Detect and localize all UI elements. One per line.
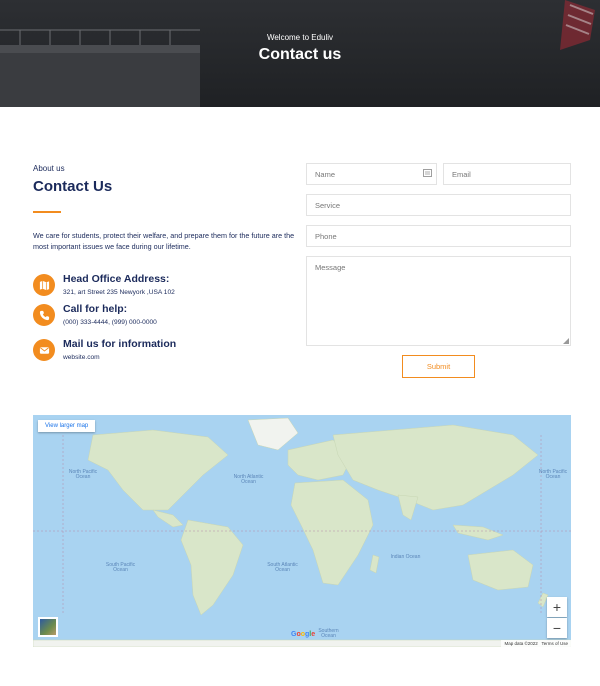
contact-detail: 321, art Street 235 Newyork ,USA 102 [63, 289, 175, 296]
google-logo: Google [291, 631, 316, 638]
section-description: We care for students, protect their welf… [33, 231, 295, 251]
contact-info-mail: Mail us for information website.com [33, 338, 293, 367]
about-label: About us [33, 164, 65, 173]
section-title: Contact Us [33, 178, 113, 195]
contact-info-address: Head Office Address: 321, art Street 235… [33, 273, 293, 302]
message-textarea[interactable] [306, 256, 571, 346]
accent-divider [33, 211, 61, 213]
submit-button[interactable]: Submit [402, 355, 475, 378]
ocean-label: South Pacific Ocean [105, 562, 136, 573]
service-input[interactable] [306, 194, 571, 216]
contact-detail: website.com [63, 354, 100, 361]
contact-title: Head Office Address: [63, 273, 170, 285]
satellite-toggle-thumbnail[interactable] [38, 617, 58, 637]
map-icon [33, 274, 55, 296]
mail-icon [33, 339, 55, 361]
zoom-out-button[interactable]: − [547, 618, 567, 638]
hero-subtitle: Welcome to Eduliv [266, 33, 334, 42]
contact-info-phone: Call for help: (000) 333-4444, (999) 000… [33, 303, 293, 332]
ocean-label: Southern Ocean [318, 628, 339, 639]
phone-icon [33, 304, 55, 326]
email-input[interactable] [443, 163, 571, 185]
map-attribution: Map data ©2022 Terms of Use [501, 640, 571, 647]
contact-card-icon [423, 169, 432, 177]
contact-title: Call for help: [63, 303, 128, 315]
name-input[interactable] [306, 163, 437, 185]
resize-handle-icon[interactable] [563, 338, 569, 344]
hero-title: Contact us [258, 46, 342, 63]
ocean-label: North Pacific Ocean [538, 469, 568, 480]
contact-detail: (000) 333-4444, (999) 000-0000 [63, 319, 157, 326]
phone-input[interactable] [306, 225, 571, 247]
attribution-text: Map data ©2022 [504, 641, 538, 646]
world-map-landmasses [33, 417, 571, 647]
ocean-label: North Atlantic Ocean [233, 474, 264, 485]
view-larger-map-link[interactable]: View larger map [38, 420, 96, 432]
ocean-label: North Pacific Ocean [68, 469, 98, 480]
world-map[interactable]: North Pacific Ocean North Pacific Ocean … [33, 415, 571, 647]
terms-link[interactable]: Terms of Use [541, 641, 568, 646]
ocean-label: South Atlantic Ocean [267, 562, 298, 573]
ocean-label: Indian Ocean [390, 554, 421, 560]
zoom-in-button[interactable]: + [547, 597, 567, 617]
page-hero: Welcome to Eduliv Contact us [0, 0, 600, 107]
contact-title: Mail us for information [63, 338, 177, 350]
